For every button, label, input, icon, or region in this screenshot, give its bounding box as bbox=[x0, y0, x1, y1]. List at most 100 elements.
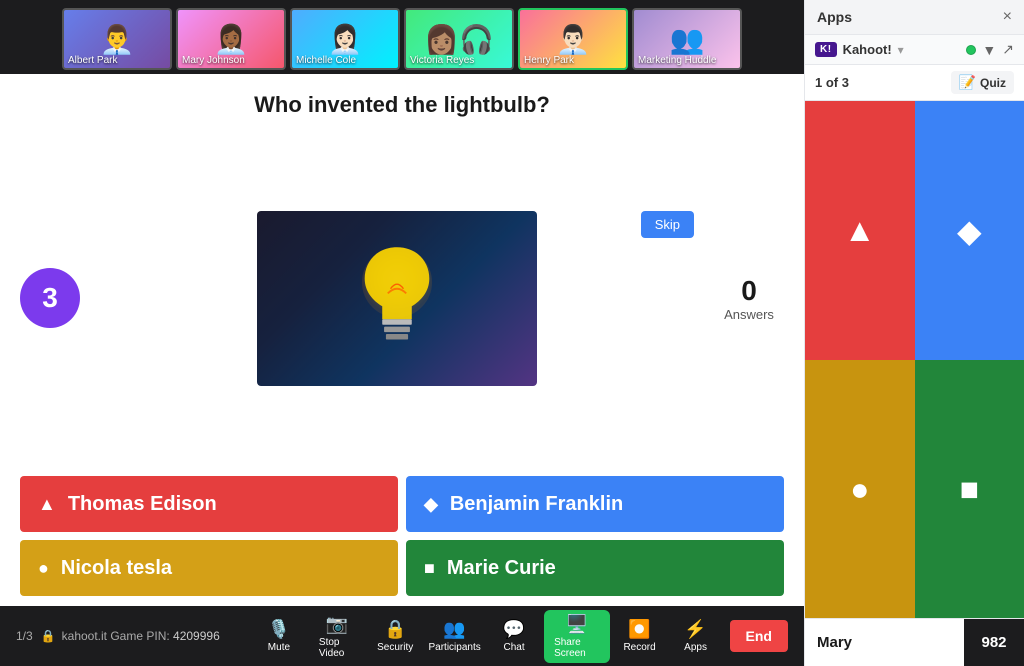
lightbulb-icon bbox=[347, 238, 447, 358]
answer-shape-icon: ■ bbox=[424, 558, 435, 579]
apps-button[interactable]: ⚡ Apps bbox=[670, 615, 722, 657]
end-button[interactable]: End bbox=[730, 620, 788, 652]
question-indicator: 1/3 bbox=[16, 629, 33, 643]
apps-close-button[interactable]: × bbox=[1003, 8, 1012, 26]
participants-icon: 👥 bbox=[443, 619, 465, 640]
answer-button-a3[interactable]: ● Nicola tesla bbox=[20, 540, 398, 596]
chevron-down-icon: ▾ bbox=[898, 43, 904, 57]
participant-name: Albert Park bbox=[68, 55, 117, 66]
record-label: Record bbox=[623, 642, 655, 653]
participant-video-p6: 👥 Marketing Huddle bbox=[632, 8, 742, 70]
participant-name: Mary Johnson bbox=[182, 55, 245, 66]
apps-label: Apps bbox=[684, 642, 707, 653]
kahoot-shape-icon: ▲ bbox=[844, 212, 876, 249]
answers-label: Answers bbox=[714, 307, 784, 322]
share-screen-button[interactable]: 🖥️ Share Screen bbox=[544, 610, 610, 663]
question-text: Who invented the lightbulb? bbox=[0, 74, 804, 130]
participant-name: Victoria Reyes bbox=[410, 55, 474, 66]
answer-shape-icon: ● bbox=[38, 558, 49, 579]
question-body: 3 bbox=[0, 130, 804, 466]
apps-icon: ⚡ bbox=[684, 619, 706, 640]
zoom-area: 👨‍💼 Albert Park 👩🏾‍💼 Mary Johnson 👩🏻‍💼 M… bbox=[0, 0, 804, 666]
participants-button[interactable]: 👥 Participants bbox=[425, 615, 484, 657]
chat-button[interactable]: 💬 Chat bbox=[488, 615, 540, 657]
mute-button[interactable]: 🎙️ Mute bbox=[253, 615, 305, 657]
answer-text: Benjamin Franklin bbox=[450, 493, 623, 516]
kahoot-bar: K! Kahoot! ▾ ▼ ↗ bbox=[805, 35, 1024, 65]
video-icon: 📷 bbox=[326, 614, 348, 635]
kahoot-shape-icon: ■ bbox=[960, 471, 979, 508]
answer-shape-icon: ◆ bbox=[424, 494, 438, 515]
answer-shape-icon: ▲ bbox=[38, 494, 56, 515]
player-score: 982 bbox=[964, 619, 1024, 666]
kahoot-bar-actions: ▼ ↗ bbox=[966, 41, 1014, 58]
participant-video-p5: 👨🏻‍💼 Henry Park bbox=[518, 8, 628, 70]
kahoot-logo-badge: K! bbox=[815, 42, 837, 57]
video-strip: 👨‍💼 Albert Park 👩🏾‍💼 Mary Johnson 👩🏻‍💼 M… bbox=[0, 0, 804, 74]
player-name: Mary bbox=[805, 634, 964, 651]
question-image bbox=[257, 211, 537, 386]
kahoot-color-cell-kred[interactable]: ▲ bbox=[805, 101, 915, 360]
answers-count-box: 0 Answers bbox=[714, 275, 784, 322]
share-screen-label: Share Screen bbox=[554, 637, 600, 659]
chat-label: Chat bbox=[504, 642, 525, 653]
quiz-badge-label: Quiz bbox=[980, 76, 1006, 90]
kahoot-status-dot bbox=[966, 45, 976, 55]
participants-label: Participants bbox=[429, 642, 481, 653]
record-icon: ⏺️ bbox=[628, 619, 650, 640]
participant-video-p3: 👩🏻‍💼 Michelle Cole bbox=[290, 8, 400, 70]
answer-text: Marie Curie bbox=[447, 557, 556, 580]
lock-icon: 🔒 bbox=[41, 629, 56, 643]
answer-button-a1[interactable]: ▲ Thomas Edison bbox=[20, 476, 398, 532]
kahoot-color-cell-kgreen[interactable]: ■ bbox=[915, 360, 1024, 618]
participant-video-p4: 👩🏽‍🎧 Victoria Reyes bbox=[404, 8, 514, 70]
game-pin-label: kahoot.it Game PIN: bbox=[62, 629, 170, 643]
game-pin-value: 4209996 bbox=[173, 629, 220, 643]
game-pin-text: kahoot.it Game PIN: 4209996 bbox=[62, 629, 220, 643]
apps-panel: Apps × K! Kahoot! ▾ ▼ ↗ 1 of 3 📝 Quiz bbox=[804, 0, 1024, 666]
filter-icon[interactable]: ▼ bbox=[982, 42, 996, 58]
security-label: Security bbox=[377, 642, 413, 653]
toolbar: 🎙️ Mute 📷 Stop Video 🔒 Security 👥 Partic… bbox=[253, 610, 722, 663]
answer-text: Thomas Edison bbox=[68, 493, 217, 516]
kahoot-shape-icon: ● bbox=[850, 471, 869, 508]
stop-video-label: Stop Video bbox=[319, 637, 355, 659]
participant-video-p1: 👨‍💼 Albert Park bbox=[62, 8, 172, 70]
security-icon: 🔒 bbox=[384, 619, 406, 640]
quiz-bar: 1 of 3 📝 Quiz bbox=[805, 65, 1024, 101]
question-number: 3 bbox=[20, 268, 80, 328]
kahoot-shape-icon: ◆ bbox=[957, 212, 982, 250]
apps-panel-title: Apps bbox=[817, 9, 852, 25]
chat-icon: 💬 bbox=[503, 619, 525, 640]
kahoot-logo-row: K! Kahoot! ▾ bbox=[815, 42, 904, 57]
kahoot-color-grid: ▲ ◆ ● ■ bbox=[805, 101, 1024, 618]
answer-button-a4[interactable]: ■ Marie Curie bbox=[406, 540, 784, 596]
security-button[interactable]: 🔒 Security bbox=[369, 615, 421, 657]
mute-icon: 🎙️ bbox=[268, 619, 290, 640]
participant-video-p2: 👩🏾‍💼 Mary Johnson bbox=[176, 8, 286, 70]
kahoot-color-cell-kblue[interactable]: ◆ bbox=[915, 101, 1024, 360]
participant-name: Marketing Huddle bbox=[638, 55, 716, 66]
share-icon[interactable]: ↗ bbox=[1002, 41, 1014, 58]
stop-video-button[interactable]: 📷 Stop Video bbox=[309, 610, 365, 663]
skip-button[interactable]: Skip bbox=[641, 211, 694, 238]
share-screen-icon: 🖥️ bbox=[566, 614, 588, 635]
answer-text: Nicola tesla bbox=[61, 557, 172, 580]
footer-status: 🔒 kahoot.it Game PIN: 4209996 bbox=[41, 629, 245, 643]
kahoot-brand-label: Kahoot! bbox=[843, 42, 892, 57]
answers-number: 0 bbox=[714, 275, 784, 307]
kahoot-content: Who invented the lightbulb? 3 bbox=[0, 74, 804, 606]
answer-grid: ▲ Thomas Edison ◆ Benjamin Franklin ● Nicola … bbox=[0, 466, 804, 606]
quiz-type-badge: 📝 Quiz bbox=[951, 71, 1014, 94]
participant-name: Henry Park bbox=[524, 55, 574, 66]
answer-button-a2[interactable]: ◆ Benjamin Franklin bbox=[406, 476, 784, 532]
quiz-of-label: 1 of 3 bbox=[815, 75, 849, 90]
question-image-wrap: Skip bbox=[100, 211, 694, 386]
record-button[interactable]: ⏺️ Record bbox=[614, 615, 666, 657]
quiz-badge-icon: 📝 bbox=[959, 74, 976, 91]
zoom-footer: 1/3 🔒 kahoot.it Game PIN: 4209996 🎙️ Mut… bbox=[0, 606, 804, 666]
app-container: 👨‍💼 Albert Park 👩🏾‍💼 Mary Johnson 👩🏻‍💼 M… bbox=[0, 0, 1024, 666]
player-row: Mary 982 bbox=[805, 618, 1024, 666]
kahoot-color-cell-kgold[interactable]: ● bbox=[805, 360, 915, 618]
apps-panel-header: Apps × bbox=[805, 0, 1024, 35]
